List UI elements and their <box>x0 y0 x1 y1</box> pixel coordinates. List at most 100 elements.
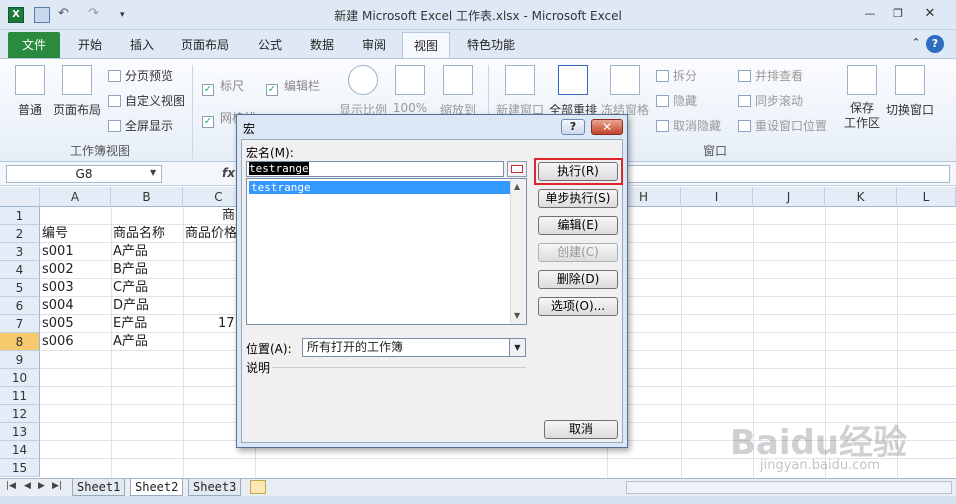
new-window-button[interactable]: 新建窗口 <box>494 65 546 118</box>
sync-scroll-button[interactable]: 同步滚动 <box>738 92 803 109</box>
insert-sheet-icon[interactable] <box>250 480 266 494</box>
scroll-up-icon[interactable]: ▲ <box>514 182 520 191</box>
cell-id[interactable]: s006 <box>40 333 74 351</box>
freeze-panes-button[interactable]: 冻结窗格 <box>600 65 650 118</box>
zoom-to-selection-button[interactable]: 缩放到 <box>436 65 480 118</box>
column-header[interactable]: I <box>681 187 753 207</box>
tab-review[interactable]: 审阅 <box>352 32 396 58</box>
sheet-nav-prev-icon[interactable]: ◀ <box>24 481 31 491</box>
row-header[interactable]: 6 <box>0 297 40 315</box>
row-header[interactable]: 7 <box>0 315 40 333</box>
cell-price[interactable]: 17 <box>216 315 235 333</box>
macro-name-input[interactable]: testrange <box>246 161 504 177</box>
cell-id[interactable]: s002 <box>40 261 74 279</box>
row-header[interactable]: 4 <box>0 261 40 279</box>
collapse-dialog-icon[interactable] <box>507 161 527 177</box>
sheet-nav-next-icon[interactable]: ▶ <box>38 481 45 491</box>
cell-id[interactable]: s005 <box>40 315 74 333</box>
minimize-icon[interactable]: — <box>858 7 882 23</box>
custom-views-button[interactable]: 自定义视图 <box>108 92 185 109</box>
list-scrollbar[interactable]: ▲ ▼ <box>510 179 526 324</box>
name-box[interactable]: G8 <box>6 165 162 183</box>
tab-special[interactable]: 特色功能 <box>458 32 524 58</box>
sheet-tab-active[interactable]: Sheet2 <box>130 479 184 496</box>
dropdown-arrow-icon[interactable]: ▼ <box>509 339 525 356</box>
row-header[interactable]: 14 <box>0 441 40 459</box>
column-header[interactable]: A <box>40 187 111 207</box>
row-header[interactable]: 5 <box>0 279 40 297</box>
edit-button[interactable]: 编辑(E) <box>538 216 618 235</box>
dialog-help-button[interactable]: ? <box>561 119 585 135</box>
row-header[interactable]: 9 <box>0 351 40 369</box>
tab-formulas[interactable]: 公式 <box>248 32 292 58</box>
row-header[interactable]: 1 <box>0 207 40 225</box>
tab-file[interactable]: 文件 <box>8 32 60 58</box>
reset-window-position-button[interactable]: 重设窗口位置 <box>738 117 827 134</box>
cell-product[interactable]: E产品 <box>111 315 147 333</box>
cell-header-id[interactable]: 编号 <box>40 225 68 243</box>
step-into-button[interactable]: 单步执行(S) <box>538 189 618 208</box>
formula-bar-checkbox[interactable]: ✓ 编辑栏 <box>266 77 320 96</box>
sheet-tab[interactable]: Sheet3 <box>188 479 242 496</box>
ribbon-minimize-icon[interactable]: ⌃ <box>904 36 928 52</box>
tab-view[interactable]: 视图 <box>402 32 450 58</box>
macro-list[interactable]: testrange ▲ ▼ <box>246 178 527 325</box>
switch-windows-button[interactable]: 切换窗口 <box>884 65 936 118</box>
cell-id[interactable]: s004 <box>40 297 74 315</box>
tab-insert[interactable]: 插入 <box>120 32 164 58</box>
row-header[interactable]: 3 <box>0 243 40 261</box>
arrange-all-button[interactable]: 全部重排 <box>548 65 598 118</box>
options-button[interactable]: 选项(O)... <box>538 297 618 316</box>
split-button[interactable]: 拆分 <box>656 67 697 84</box>
column-header[interactable]: K <box>825 187 897 207</box>
tab-data[interactable]: 数据 <box>300 32 344 58</box>
restore-icon[interactable]: ❐ <box>886 7 910 23</box>
run-button[interactable]: 执行(R) <box>538 162 618 181</box>
dialog-close-button[interactable]: ✕ <box>591 119 623 135</box>
column-header[interactable]: B <box>111 187 183 207</box>
row-header[interactable]: 10 <box>0 369 40 387</box>
insert-function-icon[interactable]: fx <box>222 166 235 180</box>
full-screen-button[interactable]: 全屏显示 <box>108 117 173 134</box>
page-layout-view-button[interactable]: 页面布局 <box>52 65 102 118</box>
macro-list-item[interactable]: testrange <box>249 181 511 194</box>
row-header[interactable]: 15 <box>0 459 40 477</box>
help-icon[interactable]: ? <box>926 35 944 53</box>
cell-product[interactable]: A产品 <box>111 333 148 351</box>
cell-id[interactable]: s003 <box>40 279 74 297</box>
cancel-button[interactable]: 取消 <box>544 420 618 439</box>
cell-product[interactable]: D产品 <box>111 297 149 315</box>
row-header[interactable]: 12 <box>0 405 40 423</box>
tab-page-layout[interactable]: 页面布局 <box>172 32 238 58</box>
cell-id[interactable]: s001 <box>40 243 74 261</box>
normal-view-button[interactable]: 普通 <box>10 65 50 118</box>
select-all-corner[interactable] <box>0 187 40 207</box>
create-button[interactable]: 创建(C) <box>538 243 618 262</box>
row-header[interactable]: 11 <box>0 387 40 405</box>
ruler-checkbox[interactable]: ✓ 标尺 <box>202 77 244 96</box>
zoom-100-button[interactable]: 100% <box>392 65 428 115</box>
column-header[interactable]: L <box>897 187 956 207</box>
cell-header-name[interactable]: 商品名称 <box>111 225 165 243</box>
hide-button[interactable]: 隐藏 <box>656 92 697 109</box>
column-header[interactable]: J <box>753 187 825 207</box>
close-icon[interactable]: ✕ <box>918 7 942 23</box>
side-by-side-button[interactable]: 并排查看 <box>738 67 803 84</box>
sheet-tab[interactable]: Sheet1 <box>72 479 126 496</box>
cell-header-price[interactable]: 商品价格 <box>183 225 243 243</box>
horizontal-scrollbar[interactable] <box>626 481 952 494</box>
save-workspace-button[interactable]: 保存 工作区 <box>842 65 882 131</box>
sheet-nav-last-icon[interactable]: ▶| <box>52 481 62 491</box>
cell-product[interactable]: A产品 <box>111 243 148 261</box>
zoom-button[interactable]: 显示比例 <box>338 65 388 118</box>
tab-home[interactable]: 开始 <box>66 32 114 58</box>
cell-c1[interactable]: 商 <box>220 207 235 225</box>
row-header-selected[interactable]: 8 <box>0 333 40 351</box>
name-box-dropdown-icon[interactable]: ▼ <box>150 168 156 177</box>
location-select[interactable]: 所有打开的工作簿 ▼ <box>302 338 526 357</box>
sheet-nav-first-icon[interactable]: |◀ <box>6 481 16 491</box>
page-break-preview-button[interactable]: 分页预览 <box>108 67 173 84</box>
cell-product[interactable]: C产品 <box>111 279 148 297</box>
delete-button[interactable]: 删除(D) <box>538 270 618 289</box>
cell-product[interactable]: B产品 <box>111 261 148 279</box>
